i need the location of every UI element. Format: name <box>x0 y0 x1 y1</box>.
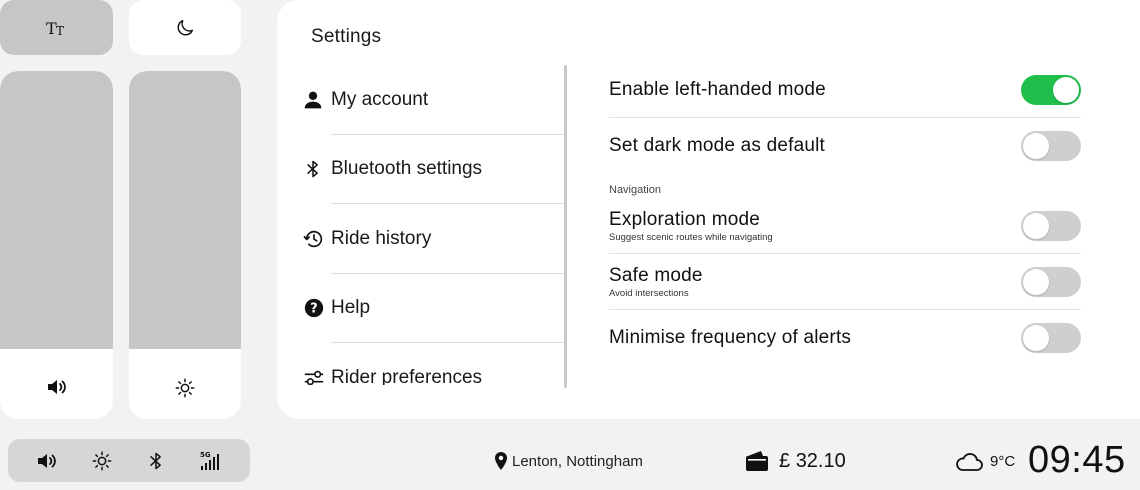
user-icon <box>304 91 322 109</box>
setting-label: Safe mode <box>609 264 703 286</box>
exploration-mode-toggle[interactable] <box>1021 210 1081 241</box>
setting-label: Set dark mode as default <box>609 135 826 156</box>
page-title: Settings <box>311 26 382 47</box>
moon-icon <box>177 19 194 35</box>
wallet-icon <box>746 451 768 471</box>
signal-5g-icon: 5G <box>200 451 219 470</box>
status-quick-icons: 5G <box>8 439 250 482</box>
menu-item-bluetooth-settings[interactable]: Bluetooth settings <box>301 135 565 205</box>
setting-alerts: Minimise frequency of alerts <box>609 310 1081 366</box>
text-size-icon: T T <box>46 19 64 38</box>
location-indicator: Lenton, Nottingham <box>494 450 643 472</box>
temperature-text: 9°C <box>990 452 1016 470</box>
volume-slider[interactable] <box>0 71 113 419</box>
minimise-alerts-toggle[interactable] <box>1021 323 1081 353</box>
left-handed-toggle[interactable] <box>1021 74 1081 105</box>
setting-sublabel: Avoid intersections <box>609 287 689 299</box>
setting-exploration: Exploration mode Suggest scenic routes w… <box>609 198 1081 254</box>
status-network-indicator[interactable]: 5G <box>196 446 226 476</box>
setting-dark-default: Set dark mode as default <box>609 118 1081 174</box>
sun-icon <box>92 451 112 470</box>
svg-text:T: T <box>56 24 64 38</box>
location-text: Lenton, Nottingham <box>512 452 643 470</box>
cloud-icon <box>956 453 983 471</box>
menu-item-ride-history[interactable]: Ride history <box>301 204 565 274</box>
menu-item-label: Rider preferences <box>331 366 483 385</box>
brightness-slider[interactable] <box>129 71 241 419</box>
bluetooth-icon <box>150 452 162 469</box>
toggle-knob <box>1023 212 1049 239</box>
menu-item-my-account[interactable]: My account <box>301 65 565 135</box>
brightness-slider-track <box>129 71 241 350</box>
toggle-knob <box>1023 325 1049 351</box>
svg-text:?: ? <box>310 302 317 317</box>
safe-mode-toggle[interactable] <box>1021 266 1081 297</box>
menu-item-label: Bluetooth settings <box>331 158 483 180</box>
history-icon <box>303 230 323 247</box>
app-root: T T Settings My account Bluetooth settin… <box>0 0 1140 490</box>
speaker-icon <box>47 380 66 394</box>
menu-item-label: Ride history <box>331 227 432 249</box>
toggle-knob <box>1053 76 1079 103</box>
dark-mode-button[interactable] <box>129 0 241 55</box>
sun-icon <box>175 378 195 398</box>
balance-amount: 32.10 <box>795 449 846 472</box>
setting-label: Enable left-handed mode <box>609 78 826 100</box>
setting-left-handed: Enable left-handed mode <box>609 62 1081 118</box>
currency-symbol: £ <box>779 449 791 472</box>
map-pin-icon <box>495 452 507 470</box>
dark-mode-default-toggle[interactable] <box>1021 131 1081 161</box>
settings-menu: My account Bluetooth settings Ride histo… <box>301 65 565 385</box>
wallet-balance[interactable]: £ 32.10 <box>745 447 846 475</box>
clock: 09:45 <box>1028 438 1126 481</box>
settings-list: Enable left-handed mode Set dark mode as… <box>609 62 1081 366</box>
section-heading-navigation: Navigation <box>609 184 661 196</box>
help-icon: ? <box>304 299 324 318</box>
settings-panel: Settings My account Bluetooth settings R… <box>277 0 1140 419</box>
setting-label: Minimise frequency of alerts <box>609 327 852 348</box>
status-brightness-button[interactable] <box>87 446 117 476</box>
toggle-knob <box>1023 268 1049 295</box>
menu-item-help[interactable]: ? Help <box>301 274 565 344</box>
toggle-knob <box>1023 133 1049 159</box>
menu-item-label: My account <box>331 88 429 110</box>
menu-item-label: Help <box>331 297 371 319</box>
weather-indicator: 9°C <box>954 446 1015 476</box>
setting-sublabel: Suggest scenic routes while navigating <box>609 231 773 243</box>
setting-safe: Safe mode Avoid intersections <box>609 254 1081 310</box>
menu-scrollbar[interactable] <box>564 65 567 388</box>
status-volume-button[interactable] <box>32 446 62 476</box>
bluetooth-icon <box>307 161 318 178</box>
sliders-icon <box>304 370 324 385</box>
status-bluetooth-button[interactable] <box>141 446 171 476</box>
text-size-button[interactable]: T T <box>0 0 113 55</box>
setting-label: Exploration mode <box>609 208 761 230</box>
network-type-label: 5G <box>200 451 211 459</box>
speaker-icon <box>38 453 57 468</box>
menu-item-rider-preferences[interactable]: Rider preferences <box>301 343 565 385</box>
volume-slider-track <box>0 71 113 350</box>
